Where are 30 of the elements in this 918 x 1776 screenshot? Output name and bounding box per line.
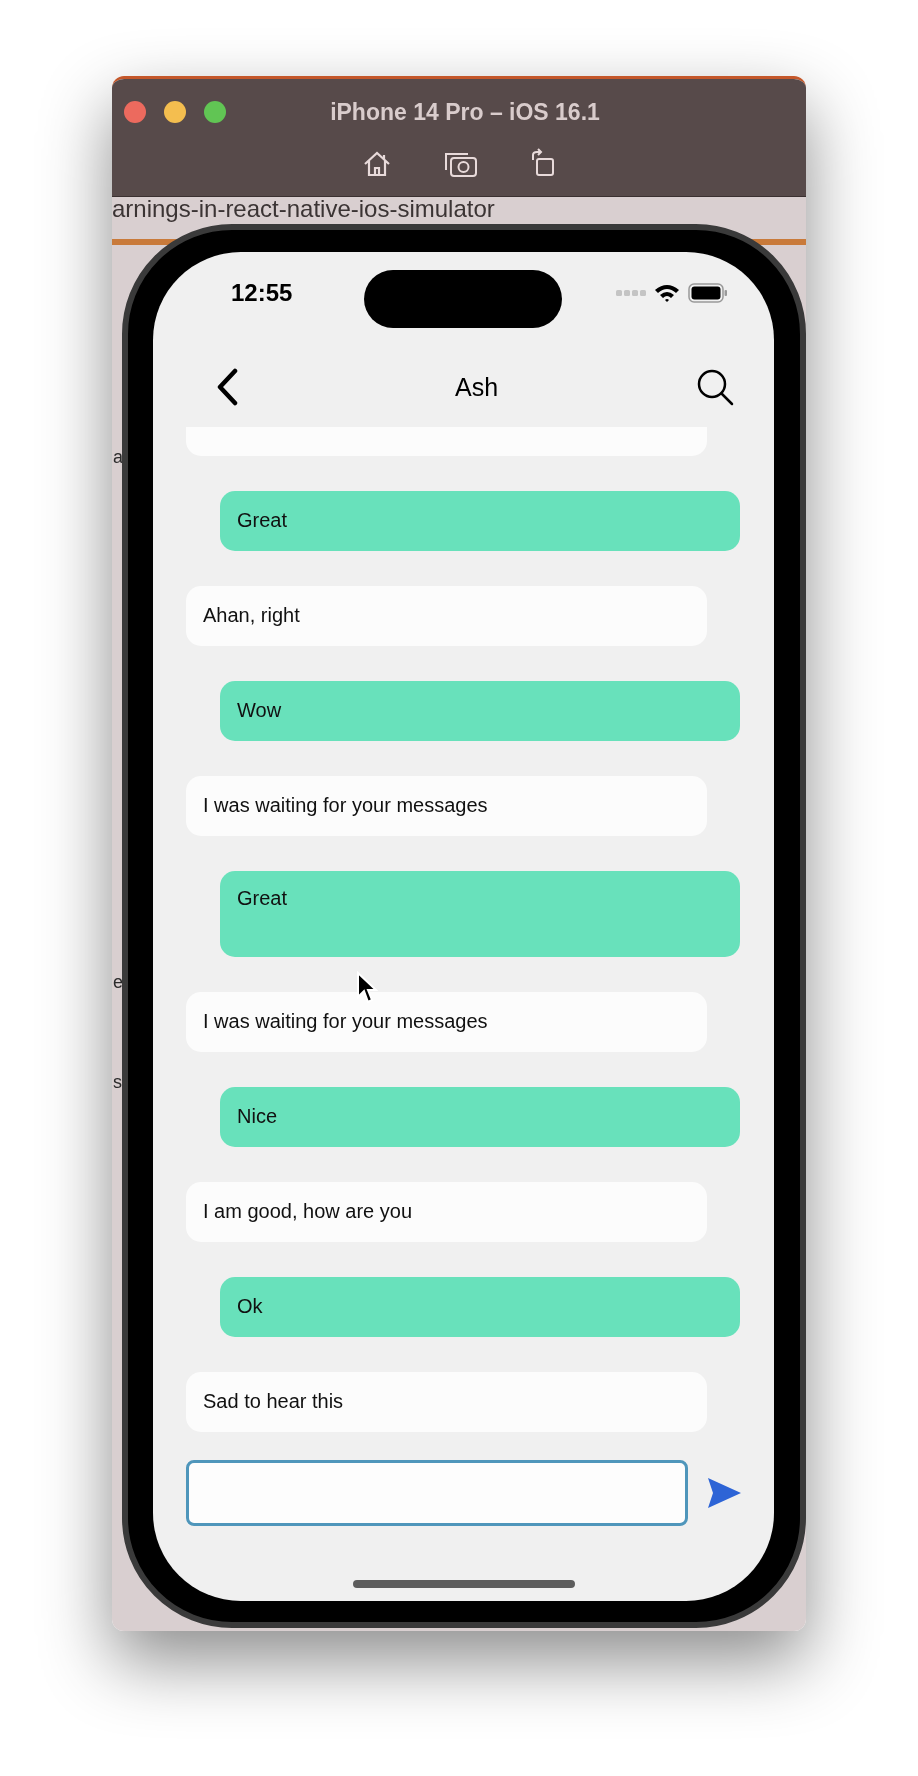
zoom-button[interactable]: [204, 101, 226, 123]
page-text-fragment: e: [113, 972, 123, 993]
battery-icon: [688, 282, 728, 303]
message-text: Ahan, right: [203, 604, 300, 626]
page-url-text: arnings-in-react-native-ios-simulator: [112, 195, 495, 223]
message-input[interactable]: [186, 1460, 688, 1526]
close-button[interactable]: [124, 101, 146, 123]
message-text: Great: [237, 887, 288, 909]
search-icon[interactable]: [696, 368, 734, 406]
wifi-icon: [654, 282, 680, 303]
message-text: Nice: [237, 1105, 277, 1127]
message-text: Wow: [237, 699, 282, 721]
rotate-icon[interactable]: [530, 148, 556, 178]
message-text: Ok: [237, 1295, 263, 1317]
back-icon[interactable]: [215, 368, 239, 406]
message-text: Sad to hear this: [203, 1390, 344, 1412]
minimize-button[interactable]: [164, 101, 186, 123]
page-text-fragment: a: [113, 447, 123, 468]
home-icon[interactable]: [362, 150, 392, 178]
window-title: iPhone 14 Pro – iOS 16.1: [330, 99, 600, 126]
message-text: I am good, how are you: [203, 1200, 412, 1222]
screenshot-icon[interactable]: [444, 150, 478, 178]
message-text: Great: [237, 509, 288, 531]
chat-title: Ash: [453, 372, 499, 402]
page-text-fragment: s: [113, 1072, 122, 1093]
send-icon[interactable]: [706, 1476, 742, 1510]
message-text: I was waiting for your messages: [203, 1010, 488, 1032]
message-text: I was waiting for your messages: [203, 794, 488, 816]
status-time: 12:55: [231, 278, 293, 307]
signal-icon: [616, 288, 646, 297]
